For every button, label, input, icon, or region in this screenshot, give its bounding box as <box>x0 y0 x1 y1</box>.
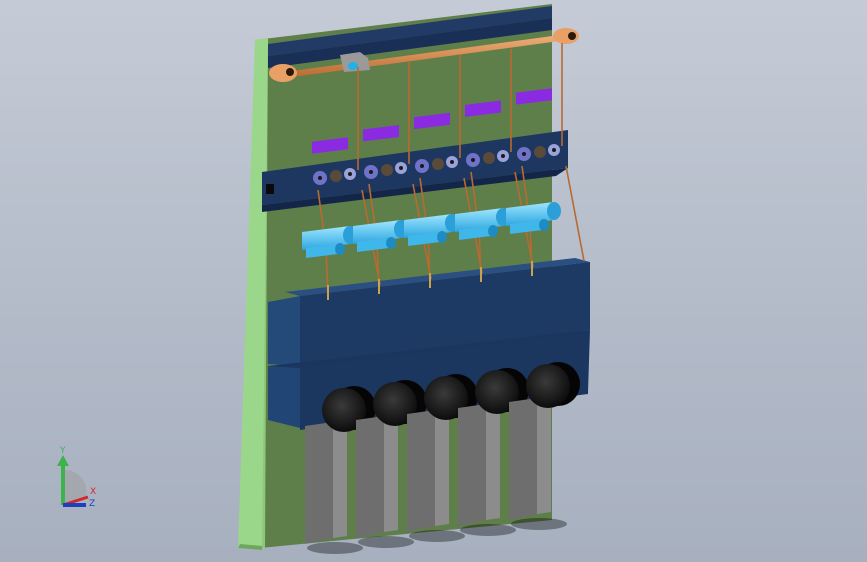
axis-triad: Y X Z <box>57 446 96 509</box>
leg-side <box>435 410 449 526</box>
x-axis-label: X <box>90 487 96 497</box>
roller-end <box>547 202 561 220</box>
leg-front <box>356 416 384 538</box>
wheel <box>526 364 570 408</box>
leg-front <box>509 398 537 520</box>
y-axis-arrowhead <box>57 455 69 466</box>
leg-shadow <box>358 536 414 548</box>
cad-viewport[interactable]: Y X Z <box>0 0 867 562</box>
leg-side <box>537 398 551 514</box>
leg-shadow <box>307 542 363 554</box>
leg-shadow <box>409 530 465 542</box>
y-axis-label: Y <box>59 446 66 456</box>
gear-dark <box>534 146 546 158</box>
leg-side <box>384 416 398 532</box>
gear-dark <box>432 158 444 170</box>
roller-lower-end <box>488 225 498 237</box>
leg-front <box>458 404 486 526</box>
diag-string <box>565 165 585 262</box>
roller-lower-end <box>386 237 396 249</box>
leg-front <box>407 410 435 532</box>
gear-dark <box>483 152 495 164</box>
leg-front <box>305 422 333 544</box>
gear-dark <box>381 164 393 176</box>
roller-lower-end <box>437 231 447 243</box>
z-axis-label: Z <box>89 499 95 509</box>
leg-shadow <box>460 524 516 536</box>
assembly-model[interactable]: Y X Z <box>0 0 867 562</box>
roller-lower-end <box>539 219 549 231</box>
leg-side <box>333 422 347 538</box>
gear-dark <box>330 170 342 182</box>
roller-lower-end <box>335 243 345 255</box>
leg-shadow <box>511 518 567 530</box>
leg-side <box>486 404 500 520</box>
